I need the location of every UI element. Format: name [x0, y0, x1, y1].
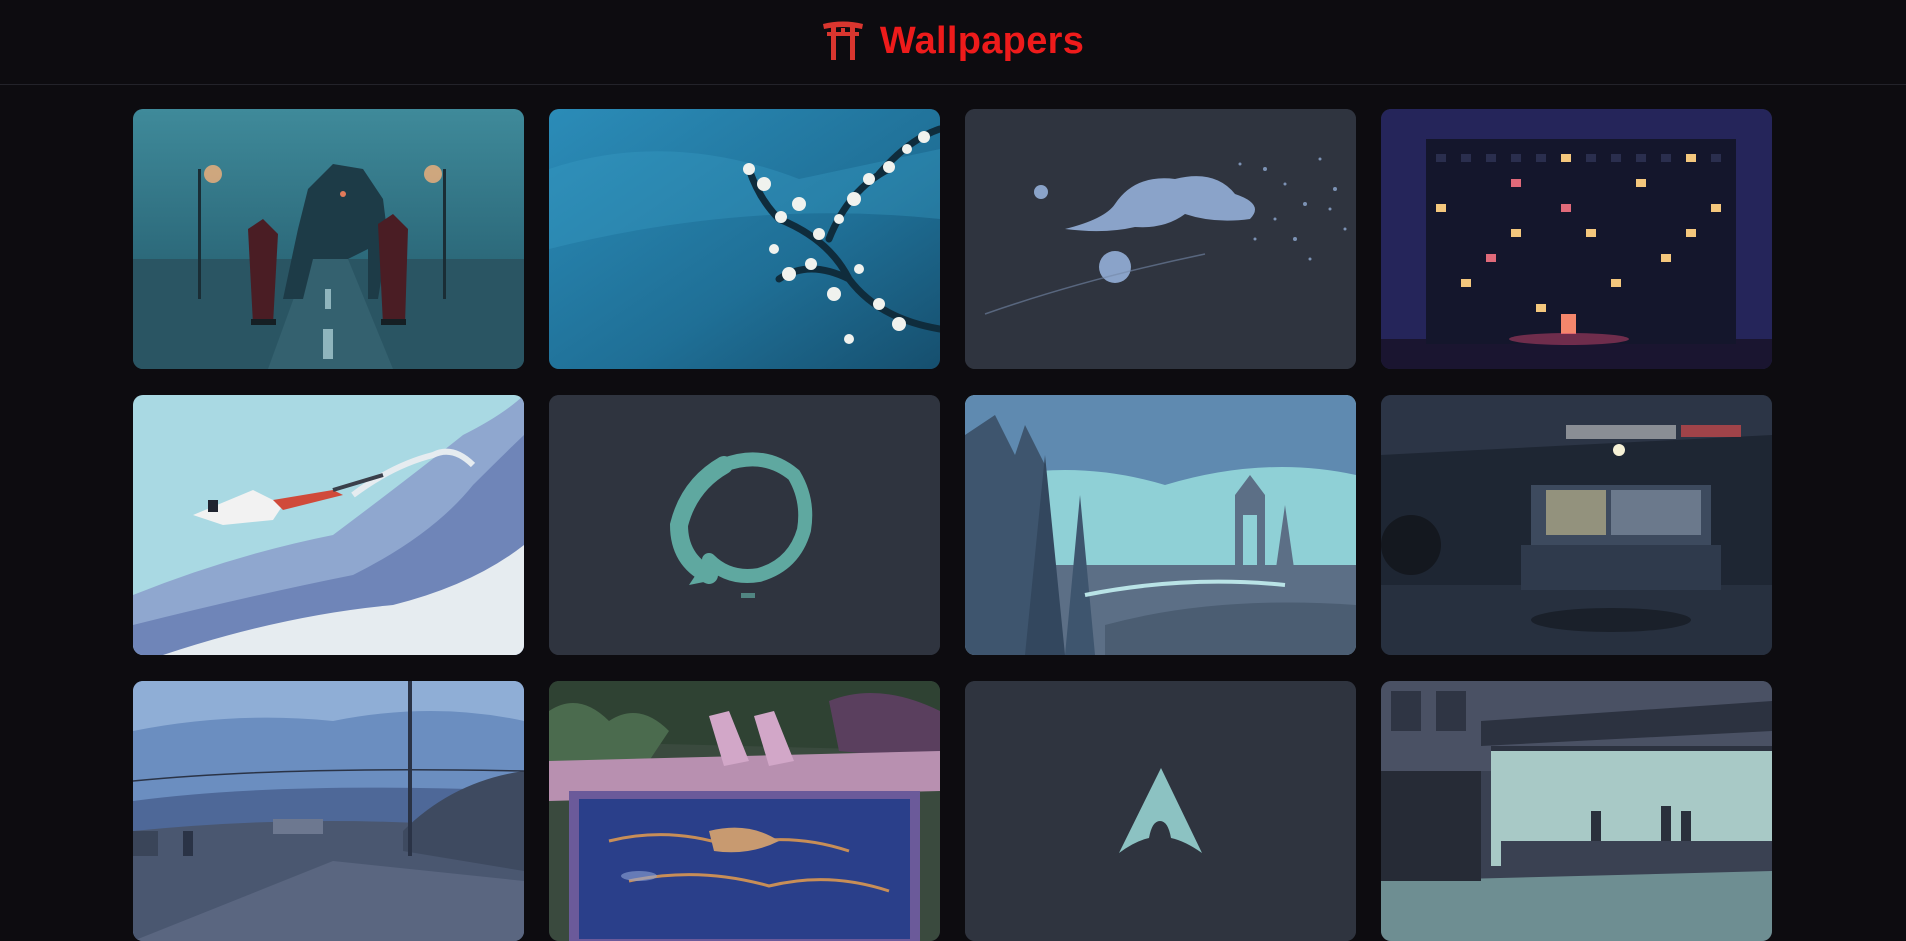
torii-gate-icon: [822, 18, 864, 65]
wallpaper-card-ruined-cathedral-forest[interactable]: [965, 395, 1356, 655]
brand[interactable]: Wallpapers: [822, 18, 1084, 65]
page-title: Wallpapers: [879, 19, 1085, 62]
wallpaper-thumbnail: [1381, 681, 1772, 941]
wallpaper-thumbnail: [549, 395, 940, 655]
wallpaper-card-workshop-garage[interactable]: [1381, 395, 1772, 655]
wallpaper-thumbnail: [549, 681, 940, 941]
wallpaper-card-suburban-street-dusk[interactable]: [133, 681, 524, 941]
wallpaper-card-cherry-blossom-branch[interactable]: [549, 109, 940, 369]
wallpaper-card-diver-in-wave[interactable]: [133, 395, 524, 655]
app-header: Wallpapers: [0, 0, 1906, 85]
wallpaper-card-pool-lounge-chairs[interactable]: [549, 681, 940, 941]
wallpaper-thumbnail: [549, 109, 940, 369]
wallpaper-thumbnail: [965, 681, 1356, 941]
wallpaper-card-minimal-bonsai-particles[interactable]: [965, 109, 1356, 369]
wallpaper-card-arch-linux-logo[interactable]: [965, 681, 1356, 941]
wallpaper-thumbnail: [1381, 109, 1772, 369]
wallpaper-thumbnail: [133, 109, 524, 369]
wallpaper-grid: [133, 109, 1772, 941]
wallpaper-card-night-apartment-building[interactable]: [1381, 109, 1772, 369]
wallpaper-thumbnail: [965, 395, 1356, 655]
wallpaper-thumbnail: [965, 109, 1356, 369]
wallpaper-card-nighthawks-diner[interactable]: [1381, 681, 1772, 941]
wallpaper-thumbnail: [133, 395, 524, 655]
wallpaper-card-mech-robot-rainy-road[interactable]: [133, 109, 524, 369]
wallpaper-thumbnail: [133, 681, 524, 941]
wallpaper-thumbnail: [1381, 395, 1772, 655]
wallpaper-card-koi-enso-circle[interactable]: [549, 395, 940, 655]
